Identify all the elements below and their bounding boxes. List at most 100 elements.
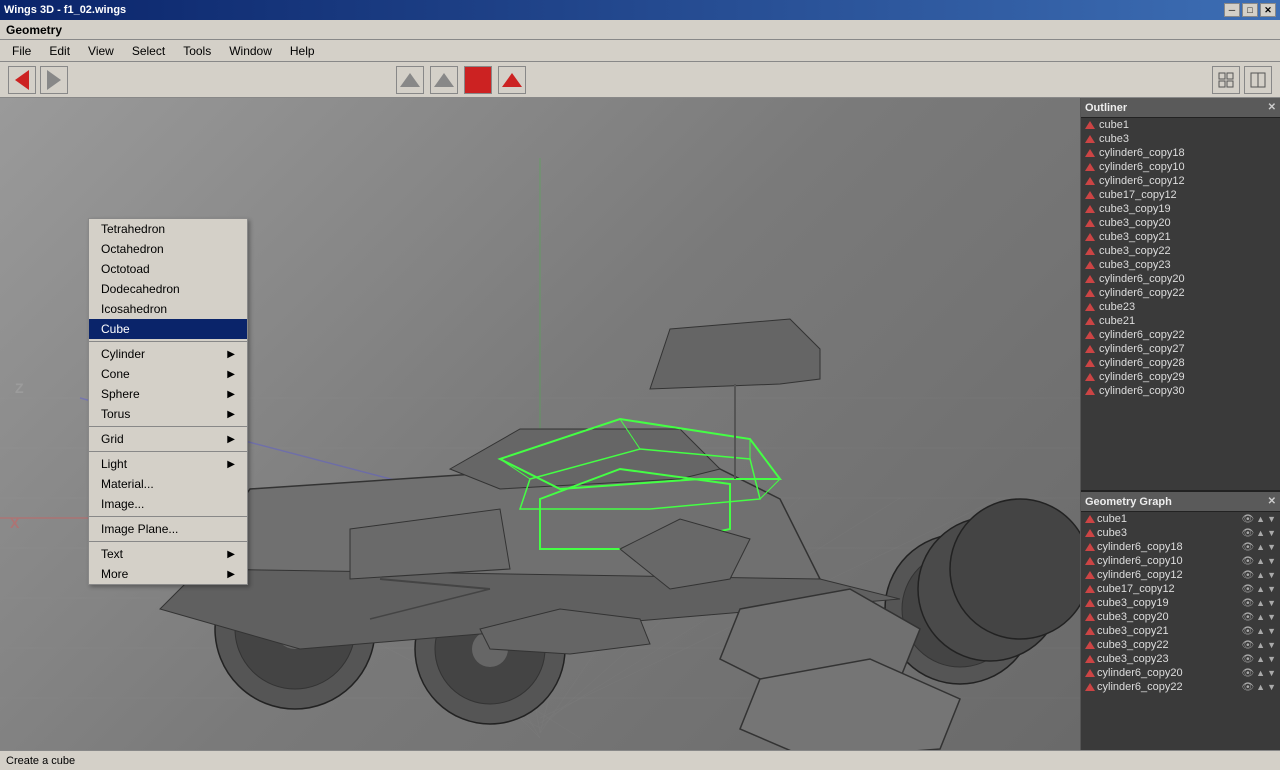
down-arrow-icon[interactable]: ▼ bbox=[1267, 570, 1276, 580]
ctx-torus[interactable]: Torus▶ bbox=[89, 404, 247, 424]
ctx-image-plane[interactable]: Image Plane... bbox=[89, 519, 247, 539]
ctx-octahedron[interactable]: Octahedron bbox=[89, 239, 247, 259]
down-arrow-icon[interactable]: ▼ bbox=[1267, 542, 1276, 552]
ctx-cube[interactable]: Cube bbox=[89, 319, 247, 339]
up-arrow-icon[interactable]: ▲ bbox=[1256, 612, 1265, 622]
geo-item[interactable]: cube3_copy22 👁 ▲ ▼ bbox=[1081, 638, 1280, 652]
menu-view[interactable]: View bbox=[80, 42, 122, 60]
outliner-item[interactable]: cube3_copy22 bbox=[1081, 244, 1280, 258]
ctx-dodecahedron[interactable]: Dodecahedron bbox=[89, 279, 247, 299]
down-arrow-icon[interactable]: ▼ bbox=[1267, 640, 1276, 650]
outliner-item[interactable]: cube17_copy12 bbox=[1081, 188, 1280, 202]
eye-icon[interactable]: 👁 bbox=[1241, 640, 1254, 651]
down-arrow-icon[interactable]: ▼ bbox=[1267, 682, 1276, 692]
down-arrow-icon[interactable]: ▼ bbox=[1267, 556, 1276, 566]
eye-icon[interactable]: 👁 bbox=[1241, 528, 1254, 539]
geo-item[interactable]: cube3 👁 ▲ ▼ bbox=[1081, 526, 1280, 540]
outliner-item[interactable]: cylinder6_copy29 bbox=[1081, 370, 1280, 384]
down-arrow-icon[interactable]: ▼ bbox=[1267, 528, 1276, 538]
geo-item[interactable]: cube3_copy20 👁 ▲ ▼ bbox=[1081, 610, 1280, 624]
view-icon-2[interactable] bbox=[1244, 66, 1272, 94]
outliner-item[interactable]: cube1 bbox=[1081, 118, 1280, 132]
maximize-button[interactable]: □ bbox=[1242, 3, 1258, 17]
outliner-item[interactable]: cylinder6_copy28 bbox=[1081, 356, 1280, 370]
down-arrow-icon[interactable]: ▼ bbox=[1267, 598, 1276, 608]
down-arrow-icon[interactable]: ▼ bbox=[1267, 584, 1276, 594]
outliner-item[interactable]: cube21 bbox=[1081, 314, 1280, 328]
geo-item[interactable]: cylinder6_copy18 👁 ▲ ▼ bbox=[1081, 540, 1280, 554]
outliner-item[interactable]: cylinder6_copy20 bbox=[1081, 272, 1280, 286]
nav-tri-4[interactable] bbox=[498, 66, 526, 94]
nav-right-button[interactable] bbox=[40, 66, 68, 94]
outliner-item[interactable]: cube3 bbox=[1081, 132, 1280, 146]
view-icon-1[interactable] bbox=[1212, 66, 1240, 94]
menu-file[interactable]: File bbox=[4, 42, 39, 60]
outliner-item[interactable]: cylinder6_copy27 bbox=[1081, 342, 1280, 356]
nav-left-button[interactable] bbox=[8, 66, 36, 94]
geo-item[interactable]: cube17_copy12 👁 ▲ ▼ bbox=[1081, 582, 1280, 596]
menu-window[interactable]: Window bbox=[221, 42, 280, 60]
down-arrow-icon[interactable]: ▼ bbox=[1267, 668, 1276, 678]
eye-icon[interactable]: 👁 bbox=[1241, 598, 1254, 609]
ctx-octotoad[interactable]: Octotoad bbox=[89, 259, 247, 279]
down-arrow-icon[interactable]: ▼ bbox=[1267, 626, 1276, 636]
up-arrow-icon[interactable]: ▲ bbox=[1256, 584, 1265, 594]
ctx-icosahedron[interactable]: Icosahedron bbox=[89, 299, 247, 319]
geo-item[interactable]: cylinder6_copy10 👁 ▲ ▼ bbox=[1081, 554, 1280, 568]
close-button[interactable]: ✕ bbox=[1260, 3, 1276, 17]
outliner-item[interactable]: cylinder6_copy30 bbox=[1081, 384, 1280, 398]
outliner-close[interactable]: ✕ bbox=[1268, 102, 1276, 113]
geo-graph-list[interactable]: cube1 👁 ▲ ▼ cube3 👁 ▲ ▼ bbox=[1081, 512, 1280, 750]
menu-help[interactable]: Help bbox=[282, 42, 323, 60]
geo-item[interactable]: cube3_copy19 👁 ▲ ▼ bbox=[1081, 596, 1280, 610]
eye-icon[interactable]: 👁 bbox=[1241, 654, 1254, 665]
menu-tools[interactable]: Tools bbox=[175, 42, 219, 60]
eye-icon[interactable]: 👁 bbox=[1241, 556, 1254, 567]
up-arrow-icon[interactable]: ▲ bbox=[1256, 626, 1265, 636]
outliner-item[interactable]: cube3_copy20 bbox=[1081, 216, 1280, 230]
geo-graph-close[interactable]: ✕ bbox=[1268, 496, 1276, 507]
ctx-light[interactable]: Light▶ bbox=[89, 454, 247, 474]
eye-icon[interactable]: 👁 bbox=[1241, 668, 1254, 679]
up-arrow-icon[interactable]: ▲ bbox=[1256, 542, 1265, 552]
outliner-item[interactable]: cylinder6_copy12 bbox=[1081, 174, 1280, 188]
up-arrow-icon[interactable]: ▲ bbox=[1256, 570, 1265, 580]
up-arrow-icon[interactable]: ▲ bbox=[1256, 598, 1265, 608]
up-arrow-icon[interactable]: ▲ bbox=[1256, 514, 1265, 524]
viewport[interactable]: X Z bbox=[0, 98, 1080, 750]
ctx-sphere[interactable]: Sphere▶ bbox=[89, 384, 247, 404]
eye-icon[interactable]: 👁 bbox=[1241, 626, 1254, 637]
menu-edit[interactable]: Edit bbox=[41, 42, 78, 60]
ctx-more[interactable]: More▶ bbox=[89, 564, 247, 584]
ctx-cone[interactable]: Cone▶ bbox=[89, 364, 247, 384]
outliner-item[interactable]: cylinder6_copy22 bbox=[1081, 328, 1280, 342]
nav-tri-1[interactable] bbox=[396, 66, 424, 94]
down-arrow-icon[interactable]: ▼ bbox=[1267, 654, 1276, 664]
ctx-material[interactable]: Material... bbox=[89, 474, 247, 494]
context-menu[interactable]: Tetrahedron Octahedron Octotoad Dodecahe… bbox=[88, 218, 248, 585]
geo-item[interactable]: cylinder6_copy12 👁 ▲ ▼ bbox=[1081, 568, 1280, 582]
up-arrow-icon[interactable]: ▲ bbox=[1256, 668, 1265, 678]
down-arrow-icon[interactable]: ▼ bbox=[1267, 612, 1276, 622]
outliner-item[interactable]: cube3_copy19 bbox=[1081, 202, 1280, 216]
eye-icon[interactable]: 👁 bbox=[1241, 542, 1254, 553]
outliner-item[interactable]: cylinder6_copy22 bbox=[1081, 286, 1280, 300]
menu-select[interactable]: Select bbox=[124, 42, 173, 60]
outliner-item[interactable]: cylinder6_copy18 bbox=[1081, 146, 1280, 160]
nav-tri-2[interactable] bbox=[430, 66, 458, 94]
up-arrow-icon[interactable]: ▲ bbox=[1256, 556, 1265, 566]
geo-item[interactable]: cube1 👁 ▲ ▼ bbox=[1081, 512, 1280, 526]
geo-item[interactable]: cylinder6_copy22 👁 ▲ ▼ bbox=[1081, 680, 1280, 694]
outliner-item[interactable]: cube3_copy21 bbox=[1081, 230, 1280, 244]
ctx-tetrahedron[interactable]: Tetrahedron bbox=[89, 219, 247, 239]
up-arrow-icon[interactable]: ▲ bbox=[1256, 682, 1265, 692]
outliner-list[interactable]: cube1 cube3 cylinder6_copy18 cylinder6_c… bbox=[1081, 118, 1280, 490]
up-arrow-icon[interactable]: ▲ bbox=[1256, 654, 1265, 664]
nav-tri-3[interactable] bbox=[464, 66, 492, 94]
geo-item[interactable]: cube3_copy23 👁 ▲ ▼ bbox=[1081, 652, 1280, 666]
up-arrow-icon[interactable]: ▲ bbox=[1256, 640, 1265, 650]
outliner-item[interactable]: cube23 bbox=[1081, 300, 1280, 314]
ctx-text[interactable]: Text▶ bbox=[89, 544, 247, 564]
eye-icon[interactable]: 👁 bbox=[1241, 612, 1254, 623]
up-arrow-icon[interactable]: ▲ bbox=[1256, 528, 1265, 538]
